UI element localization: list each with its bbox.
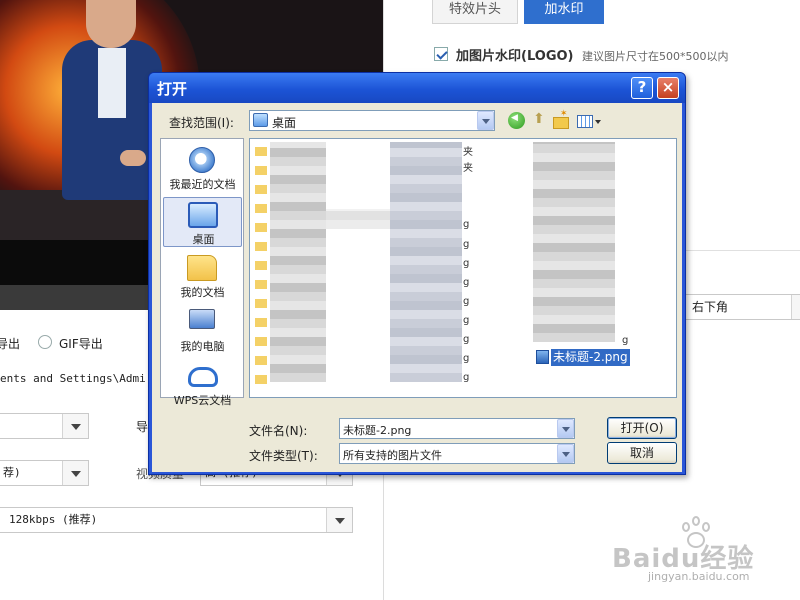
open-file-dialog: 打开 ? × 查找范围(I): 桌面 我最近的文档 桌面 我的文档 <box>148 72 686 475</box>
chevron-down-icon[interactable] <box>62 461 88 485</box>
file-name-value: 未标题-2.png <box>343 424 412 437</box>
blurred-file-names <box>270 142 326 382</box>
cancel-button[interactable]: 取消 <box>607 442 677 464</box>
file-name-fragment: g <box>463 334 470 345</box>
blurred-file-names <box>390 142 462 382</box>
blurred-file-names <box>533 142 615 342</box>
right-field-label: 导 <box>136 420 149 434</box>
chevron-down-icon[interactable] <box>557 419 574 438</box>
file-name-fragment: g <box>463 353 470 364</box>
video-export-label: 导出 <box>0 337 21 351</box>
file-name-fragment: g <box>622 335 629 346</box>
host-head <box>86 0 136 48</box>
host-hand <box>120 150 146 166</box>
recent-docs-icon <box>189 147 215 173</box>
open-button[interactable]: 打开(O) <box>607 417 677 439</box>
help-button[interactable]: ? <box>631 77 653 99</box>
place-label: 我的电脑 <box>180 340 225 353</box>
chevron-down-icon[interactable] <box>477 111 494 130</box>
file-name-label: 文件名(N): <box>249 424 308 438</box>
desktop-icon <box>253 113 268 127</box>
image-file-icon <box>536 350 549 364</box>
gif-export-label: GIF导出 <box>59 337 103 351</box>
wps-cloud-icon <box>188 367 218 387</box>
dialog-body: 查找范围(I): 桌面 我最近的文档 桌面 我的文档 <box>152 103 682 472</box>
video-quality-select[interactable]: 荐) <box>0 460 89 486</box>
chevron-down-icon[interactable] <box>62 414 88 438</box>
file-name-fragment: g <box>463 372 470 383</box>
dialog-title: 打开 <box>157 80 188 98</box>
desktop-icon <box>188 202 218 228</box>
place-wps-cloud[interactable]: WPS云文档 <box>163 359 242 409</box>
baidu-jingyan-watermark: Baidu经验 jingyan.baidu.com <box>612 516 762 586</box>
file-name-fragment: g <box>463 239 470 250</box>
look-in-value: 桌面 <box>272 116 297 130</box>
file-name-fragment: g <box>463 258 470 269</box>
video-quality-value: 荐) <box>3 466 21 479</box>
place-desktop[interactable]: 桌面 <box>163 197 242 247</box>
close-button[interactable]: × <box>657 77 679 99</box>
up-folder-icon[interactable] <box>531 111 548 129</box>
back-icon[interactable] <box>508 112 525 129</box>
logo-size-hint: 建议图片尺寸在500*500以内 <box>582 50 729 63</box>
watermark-position-value: 右下角 <box>692 300 729 314</box>
gif-export-radio[interactable] <box>38 335 52 349</box>
chevron-down-icon[interactable] <box>326 508 352 532</box>
logo-watermark-label: 加图片水印(LOGO) <box>456 49 574 64</box>
place-label: 桌面 <box>192 233 215 246</box>
file-type-select[interactable]: 所有支持的图片文件 <box>339 443 575 464</box>
file-list[interactable]: 夹 夹 g g g g g g g g g g 未标题-2.png <box>249 138 677 398</box>
divider <box>681 250 800 251</box>
view-menu-icon[interactable] <box>576 112 604 129</box>
resolution-select[interactable] <box>0 413 89 439</box>
selected-file-name: 未标题-2.png <box>551 349 630 366</box>
tab-add-watermark[interactable]: 加水印 <box>524 0 604 24</box>
host-shirt <box>98 48 126 118</box>
place-label: WPS云文档 <box>173 394 232 407</box>
place-label: 我的文档 <box>180 286 225 299</box>
file-name-fragment: g <box>463 296 470 307</box>
audio-quality-value: 128kbps (推荐) <box>9 513 98 526</box>
file-name-fragment: 夹 <box>463 147 473 158</box>
logo-watermark-checkbox[interactable] <box>434 47 448 61</box>
place-recent-documents[interactable]: 我最近的文档 <box>163 143 242 193</box>
chevron-down-icon[interactable] <box>791 295 800 319</box>
file-name-fragment: g <box>463 277 470 288</box>
place-my-documents[interactable]: 我的文档 <box>163 251 242 301</box>
folder-icon-column <box>255 144 267 384</box>
places-bar: 我最近的文档 桌面 我的文档 我的电脑 WPS云文档 <box>160 138 244 407</box>
file-name-fragment: g <box>463 315 470 326</box>
file-type-label: 文件类型(T): <box>249 449 318 463</box>
file-name-input[interactable]: 未标题-2.png <box>339 418 575 439</box>
dialog-title-bar[interactable]: 打开 ? × <box>149 73 685 103</box>
tab-intro-effects[interactable]: 特效片头 <box>432 0 518 24</box>
chevron-down-icon[interactable] <box>557 444 574 463</box>
place-label: 我最近的文档 <box>169 178 236 191</box>
my-computer-icon <box>189 309 215 329</box>
watermark-site: jingyan.baidu.com <box>648 570 750 583</box>
place-my-computer[interactable]: 我的电脑 <box>163 305 242 355</box>
look-in-label: 查找范围(I): <box>169 116 234 130</box>
file-name-fragment: g <box>463 219 470 230</box>
audio-quality-select[interactable]: 128kbps (推荐) <box>0 507 353 533</box>
look-in-select[interactable]: 桌面 <box>249 110 495 131</box>
my-documents-icon <box>187 255 217 281</box>
file-name-fragment: 夹 <box>463 163 473 174</box>
file-type-value: 所有支持的图片文件 <box>343 449 442 462</box>
new-folder-icon[interactable] <box>552 109 569 129</box>
output-path-value: ents and Settings\Admi <box>0 372 146 385</box>
watermark-position-select[interactable]: 右下角 <box>684 294 800 320</box>
selected-file-item[interactable]: 未标题-2.png <box>536 349 632 366</box>
